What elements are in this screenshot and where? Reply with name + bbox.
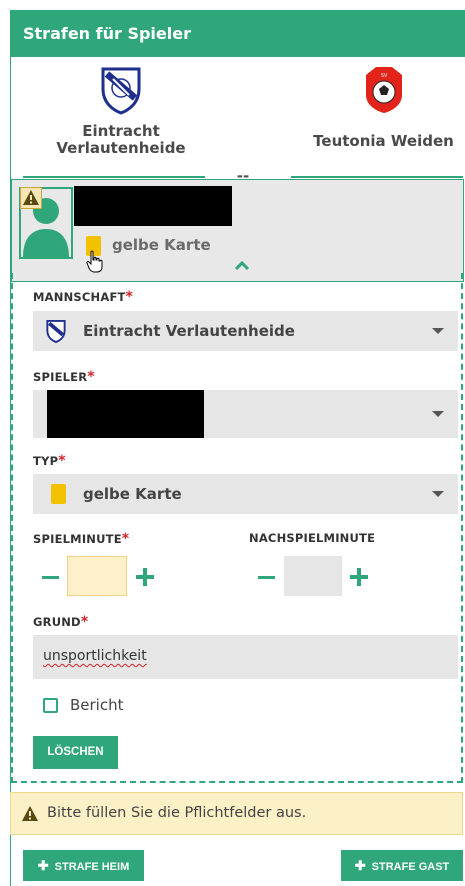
- warning-icon: [23, 190, 39, 205]
- collapse-chevron-up-icon[interactable]: [234, 260, 250, 270]
- home-team-logo-icon: [46, 319, 66, 343]
- home-team-logo-icon: [101, 67, 141, 115]
- spieler-select[interactable]: [33, 390, 458, 438]
- add-home-penalty-button[interactable]: ✚ STRAFE HEIM: [23, 850, 144, 881]
- mannschaft-value: Eintracht Verlautenheide: [83, 322, 295, 340]
- svg-text:SV: SV: [380, 73, 387, 79]
- grund-label: GRUND*: [33, 614, 89, 630]
- home-team-name-line1: Eintracht: [82, 122, 160, 140]
- add-away-penalty-button[interactable]: ✚ STRAFE GAST: [341, 850, 463, 881]
- bericht-label[interactable]: Bericht: [70, 696, 124, 714]
- away-team[interactable]: SV Teutonia Weiden: [301, 65, 465, 150]
- player-penalty-card[interactable]: gelbe Karte: [11, 179, 464, 282]
- card-type-label: gelbe Karte: [112, 236, 211, 254]
- bericht-checkbox[interactable]: [43, 698, 58, 713]
- chevron-down-icon: [432, 411, 444, 417]
- spielminute-input[interactable]: [67, 556, 127, 596]
- yellow-card-icon: [51, 484, 66, 504]
- plus-icon: ✚: [354, 858, 366, 873]
- player-name-redacted: [47, 390, 204, 438]
- required-fields-alert: Bitte füllen Sie die Pflichtfelder aus.: [10, 792, 463, 835]
- typ-value: gelbe Karte: [83, 485, 182, 503]
- home-team[interactable]: Eintracht Verlautenheide: [41, 65, 201, 157]
- spielminute-plus-button-v[interactable]: [143, 568, 147, 586]
- hand-cursor-icon: [86, 250, 103, 273]
- panel-title: Strafen für Spieler: [11, 11, 465, 57]
- mannschaft-select[interactable]: Eintracht Verlautenheide: [33, 311, 458, 351]
- chevron-down-icon: [432, 328, 444, 334]
- nachspielminute-minus-button[interactable]: [258, 576, 275, 579]
- spielminute-label: SPIELMINUTE*: [33, 531, 130, 547]
- away-team-underline: [291, 176, 463, 178]
- warning-icon: [22, 806, 38, 821]
- plus-icon: ✚: [37, 858, 49, 873]
- home-team-name-line2: Verlautenheide: [56, 139, 186, 157]
- away-team-name: Teutonia Weiden: [313, 132, 454, 150]
- nachspielminute-plus-button-v[interactable]: [357, 568, 361, 586]
- nachspielminute-input[interactable]: [284, 556, 342, 596]
- spieler-label: SPIELER*: [33, 369, 95, 385]
- penalty-form: MANNSCHAFT* Eintracht Verlautenheide SPI…: [11, 273, 463, 783]
- typ-select[interactable]: gelbe Karte: [33, 474, 458, 514]
- grund-value: unsportlichkeit: [43, 648, 147, 664]
- away-team-logo-icon: SV: [365, 67, 402, 113]
- delete-button[interactable]: LÖSCHEN: [33, 736, 118, 769]
- teams-row: Eintracht Verlautenheide SV Teutonia Wei…: [11, 57, 465, 197]
- warning-badge: [20, 187, 42, 209]
- nachspielminute-label: NACHSPIELMINUTE: [249, 531, 376, 545]
- chevron-down-icon: [432, 491, 444, 497]
- grund-input[interactable]: unsportlichkeit: [33, 635, 458, 679]
- alert-text: Bitte füllen Sie die Pflichtfelder aus.: [47, 805, 307, 821]
- typ-label: TYP*: [33, 453, 66, 469]
- spielminute-minus-button[interactable]: [42, 576, 59, 579]
- player-name-redacted: [74, 186, 232, 226]
- mannschaft-label: MANNSCHAFT*: [33, 289, 134, 305]
- home-team-underline: [23, 176, 205, 178]
